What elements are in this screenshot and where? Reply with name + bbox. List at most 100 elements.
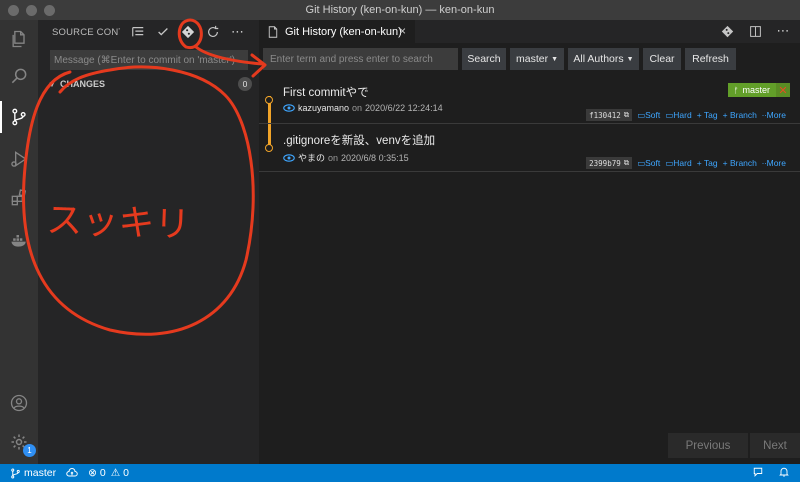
branch-tag-name[interactable]: ᚠ master	[727, 83, 776, 97]
commit-actions: f130412 ⧉ ▭ Soft ▭ Hard + Tag + Branch ∙∙ Mo…	[586, 109, 786, 121]
search-button[interactable]: Search	[462, 48, 506, 70]
branch-tag: ᚠ master ✕	[727, 83, 790, 97]
cloud-upload-icon	[66, 468, 78, 477]
previous-button[interactable]: Previous	[668, 433, 748, 458]
author-select-value: All Authors	[573, 53, 624, 65]
activity-bar: 1	[0, 20, 38, 464]
split-editor-icon[interactable]	[746, 22, 764, 40]
minimize-window-button[interactable]	[26, 5, 37, 16]
git-history-view: Enter term and press enter to search Sea…	[259, 43, 800, 464]
feedback-icon[interactable]	[752, 466, 764, 481]
branch-select[interactable]: master ▼	[510, 48, 564, 70]
more-link[interactable]: ∙∙ More	[762, 158, 786, 168]
changes-label: CHANGES	[60, 79, 106, 89]
account-icon[interactable]	[7, 391, 31, 415]
refresh-icon[interactable]	[203, 23, 222, 42]
eye-icon[interactable]	[283, 104, 295, 112]
commit-author[interactable]: kazuyamano	[298, 103, 349, 113]
sync-status[interactable]	[66, 467, 78, 479]
close-window-button[interactable]	[8, 5, 19, 16]
search-input[interactable]: Enter term and press enter to search	[263, 48, 458, 70]
eye-icon[interactable]	[283, 153, 295, 162]
settings-gear-icon[interactable]: 1	[7, 430, 36, 457]
settings-badge: 1	[23, 444, 36, 457]
docker-icon[interactable]	[7, 228, 31, 252]
folder-icon: ▭	[637, 109, 646, 120]
commit-hash[interactable]: 2399b79 ⧉	[586, 157, 633, 169]
more-label: More	[766, 110, 786, 120]
commit-row[interactable]: .gitignoreを新設、venvを追加 やまの on 2020/6/8 0:…	[259, 124, 800, 172]
reset-soft-label: Soft	[645, 110, 661, 120]
tab-label: Git History (ken-on-kun)	[285, 25, 402, 38]
commit-checkmark-icon[interactable]	[153, 23, 172, 42]
warning-count: 0	[123, 467, 130, 479]
view-as-list-icon[interactable]	[128, 23, 147, 42]
search-icon[interactable]	[7, 64, 31, 88]
add-tag-link[interactable]: + Tag	[697, 158, 718, 168]
active-indicator	[0, 101, 2, 133]
more-link[interactable]: ∙∙ More	[762, 110, 786, 120]
branch-icon	[11, 468, 20, 478]
copy-icon[interactable]: ⧉	[624, 110, 629, 120]
history-toolbar: Enter term and press enter to search Sea…	[259, 46, 800, 70]
source-control-icon[interactable]	[7, 105, 31, 129]
reset-soft-link[interactable]: ▭ Soft	[637, 110, 660, 121]
window-title: Git History (ken-on-kun) — ken-on-kun	[305, 4, 495, 16]
reset-hard-link[interactable]: ▭ Hard	[665, 158, 691, 169]
reset-soft-label: Soft	[645, 158, 661, 168]
tab-git-history[interactable]: Git History (ken-on-kun) ×	[259, 20, 415, 43]
author-select[interactable]: All Authors ▼	[568, 48, 639, 70]
tab-close-icon[interactable]: ×	[399, 24, 406, 38]
branch-glyph-icon: ᚠ	[733, 85, 739, 95]
git-history-action-icon[interactable]	[718, 22, 736, 40]
commit-date: 2020/6/8 0:35:15	[341, 152, 409, 163]
problems-status[interactable]: ⊗ 0 ⚠ 0	[88, 467, 129, 479]
reset-soft-link[interactable]: ▭ Soft	[637, 158, 660, 169]
extensions-icon[interactable]	[7, 186, 31, 210]
caret-down-icon: ▼	[551, 55, 559, 63]
status-branch[interactable]: master	[10, 467, 56, 479]
caret-down-icon: ▼	[626, 55, 634, 63]
refresh-button[interactable]: Refresh	[685, 48, 736, 70]
explorer-icon[interactable]	[7, 27, 31, 51]
run-debug-icon[interactable]	[7, 147, 31, 171]
next-button[interactable]: Next	[750, 433, 800, 458]
file-icon	[268, 25, 278, 38]
commit-subject[interactable]: .gitignoreを新設、venvを追加	[283, 132, 435, 148]
commit-meta: やまの on 2020/6/8 0:35:15	[283, 151, 409, 164]
sidebar-header: SOURCE CONT... ⋯	[38, 20, 259, 44]
commit-hash-text: f130412	[589, 110, 621, 120]
clear-button[interactable]: Clear	[643, 48, 681, 70]
window-controls[interactable]	[8, 5, 55, 16]
folder-icon: ▭	[665, 109, 674, 120]
zoom-window-button[interactable]	[44, 5, 55, 16]
changes-count-badge: 0	[238, 77, 252, 91]
commit-subject[interactable]: First commitやで	[283, 84, 369, 100]
graph-node	[265, 144, 273, 152]
reset-hard-link[interactable]: ▭ Hard	[665, 110, 691, 121]
editor-more-actions-icon[interactable]: ⋯	[774, 22, 792, 40]
add-branch-link[interactable]: + Branch	[723, 110, 757, 120]
add-branch-link[interactable]: + Branch	[723, 158, 757, 168]
status-branch-name: master	[24, 467, 57, 479]
git-history-icon[interactable]	[178, 23, 197, 42]
warning-icon: ⚠	[110, 467, 121, 479]
commit-actions: 2399b79 ⧉ ▭ Soft ▭ Hard + Tag + Branch ∙∙ Mo…	[586, 157, 786, 169]
more-actions-icon[interactable]: ⋯	[228, 23, 247, 42]
status-bar: master ⊗ 0 ⚠ 0	[0, 464, 800, 482]
pagination: Previous Next	[668, 433, 800, 458]
notifications-bell-icon[interactable]	[778, 466, 790, 481]
reset-hard-label: Hard	[673, 110, 692, 120]
commit-row[interactable]: First commitやで kazuyamano on 2020/6/22 1…	[259, 76, 800, 124]
commit-author[interactable]: やまの	[298, 151, 325, 164]
copy-icon[interactable]: ⧉	[624, 158, 629, 168]
changes-section-header[interactable]: ▼ CHANGES 0	[48, 77, 252, 91]
commit-message-input[interactable]: Message (⌘Enter to commit on 'master')	[50, 50, 248, 70]
reset-hard-label: Hard	[673, 158, 692, 168]
commit-on-label: on	[328, 152, 339, 163]
error-icon: ⊗	[88, 467, 97, 479]
commit-hash[interactable]: f130412 ⧉	[586, 109, 633, 121]
editor-tab-bar: Git History (ken-on-kun) × ⋯	[259, 20, 800, 43]
remove-branch-icon[interactable]: ✕	[776, 83, 790, 97]
add-tag-link[interactable]: + Tag	[697, 110, 718, 120]
